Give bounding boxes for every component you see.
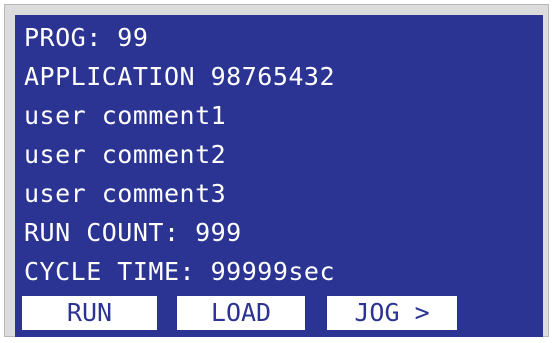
display-bezel: PROG: 99 APPLICATION 98765432 user comme…: [4, 4, 549, 337]
user-comment-2-line: user comment2: [24, 140, 227, 169]
jog-button[interactable]: JOG >: [327, 296, 457, 330]
user-comment-1-line: user comment1: [24, 101, 227, 130]
run-count-line: RUN COUNT: 999: [24, 218, 242, 247]
run-button[interactable]: RUN: [22, 296, 157, 330]
cycle-time-line: CYCLE TIME: 99999sec: [24, 257, 336, 286]
user-comment-3-line: user comment3: [24, 179, 227, 208]
load-button[interactable]: LOAD: [177, 296, 305, 330]
program-number-line: PROG: 99: [24, 23, 149, 52]
application-line: APPLICATION 98765432: [24, 62, 336, 91]
lcd-screen: PROG: 99 APPLICATION 98765432 user comme…: [15, 15, 543, 337]
